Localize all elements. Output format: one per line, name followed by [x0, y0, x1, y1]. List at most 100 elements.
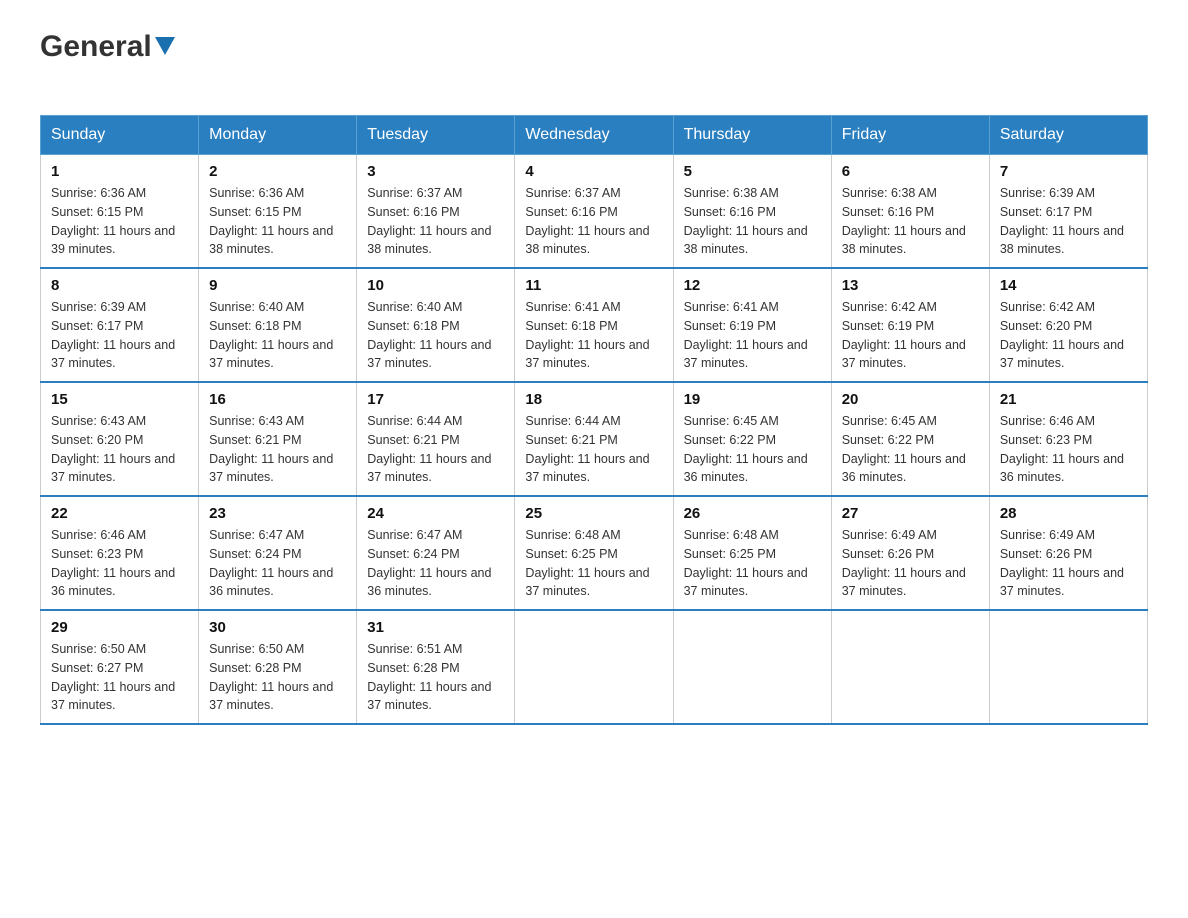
day-info: Sunrise: 6:44 AM Sunset: 6:21 PM Dayligh… — [525, 412, 662, 487]
sunrise-label: Sunrise: 6:47 AM — [209, 528, 304, 542]
day-cell: 26 Sunrise: 6:48 AM Sunset: 6:25 PM Dayl… — [673, 496, 831, 610]
day-info: Sunrise: 6:47 AM Sunset: 6:24 PM Dayligh… — [209, 526, 346, 601]
sunrise-label: Sunrise: 6:47 AM — [367, 528, 462, 542]
day-cell: 14 Sunrise: 6:42 AM Sunset: 6:20 PM Dayl… — [989, 268, 1147, 382]
daylight-label: Daylight: 11 hours and 37 minutes. — [367, 338, 491, 371]
day-cell: 28 Sunrise: 6:49 AM Sunset: 6:26 PM Dayl… — [989, 496, 1147, 610]
sunrise-label: Sunrise: 6:38 AM — [842, 186, 937, 200]
day-cell — [515, 610, 673, 724]
day-cell — [673, 610, 831, 724]
day-cell: 13 Sunrise: 6:42 AM Sunset: 6:19 PM Dayl… — [831, 268, 989, 382]
day-number: 24 — [367, 505, 504, 522]
sunset-label: Sunset: 6:28 PM — [209, 661, 301, 675]
day-number: 10 — [367, 277, 504, 294]
sunset-label: Sunset: 6:20 PM — [1000, 319, 1092, 333]
sunset-label: Sunset: 6:21 PM — [367, 433, 459, 447]
day-info: Sunrise: 6:38 AM Sunset: 6:16 PM Dayligh… — [842, 184, 979, 259]
day-cell: 20 Sunrise: 6:45 AM Sunset: 6:22 PM Dayl… — [831, 382, 989, 496]
day-number: 12 — [684, 277, 821, 294]
day-cell — [989, 610, 1147, 724]
header-tuesday: Tuesday — [357, 116, 515, 155]
sunrise-label: Sunrise: 6:42 AM — [842, 300, 937, 314]
day-cell: 19 Sunrise: 6:45 AM Sunset: 6:22 PM Dayl… — [673, 382, 831, 496]
day-info: Sunrise: 6:43 AM Sunset: 6:21 PM Dayligh… — [209, 412, 346, 487]
day-info: Sunrise: 6:48 AM Sunset: 6:25 PM Dayligh… — [684, 526, 821, 601]
sunset-label: Sunset: 6:17 PM — [1000, 205, 1092, 219]
logo: General — [40, 30, 175, 95]
sunrise-label: Sunrise: 6:39 AM — [51, 300, 146, 314]
sunset-label: Sunset: 6:26 PM — [1000, 547, 1092, 561]
daylight-label: Daylight: 11 hours and 37 minutes. — [209, 452, 333, 485]
day-number: 17 — [367, 391, 504, 408]
sunset-label: Sunset: 6:22 PM — [842, 433, 934, 447]
day-cell: 23 Sunrise: 6:47 AM Sunset: 6:24 PM Dayl… — [199, 496, 357, 610]
day-info: Sunrise: 6:48 AM Sunset: 6:25 PM Dayligh… — [525, 526, 662, 601]
header-wednesday: Wednesday — [515, 116, 673, 155]
sunrise-label: Sunrise: 6:49 AM — [842, 528, 937, 542]
daylight-label: Daylight: 11 hours and 36 minutes. — [1000, 452, 1124, 485]
day-info: Sunrise: 6:49 AM Sunset: 6:26 PM Dayligh… — [842, 526, 979, 601]
sunset-label: Sunset: 6:16 PM — [367, 205, 459, 219]
sunset-label: Sunset: 6:16 PM — [525, 205, 617, 219]
sunset-label: Sunset: 6:21 PM — [209, 433, 301, 447]
day-number: 26 — [684, 505, 821, 522]
sunset-label: Sunset: 6:28 PM — [367, 661, 459, 675]
day-info: Sunrise: 6:36 AM Sunset: 6:15 PM Dayligh… — [51, 184, 188, 259]
daylight-label: Daylight: 11 hours and 36 minutes. — [209, 566, 333, 599]
sunset-label: Sunset: 6:16 PM — [842, 205, 934, 219]
day-cell: 30 Sunrise: 6:50 AM Sunset: 6:28 PM Dayl… — [199, 610, 357, 724]
week-row-4: 22 Sunrise: 6:46 AM Sunset: 6:23 PM Dayl… — [41, 496, 1148, 610]
calendar-header-row: SundayMondayTuesdayWednesdayThursdayFrid… — [41, 116, 1148, 155]
sunset-label: Sunset: 6:19 PM — [842, 319, 934, 333]
day-cell: 8 Sunrise: 6:39 AM Sunset: 6:17 PM Dayli… — [41, 268, 199, 382]
day-number: 7 — [1000, 163, 1137, 180]
sunset-label: Sunset: 6:24 PM — [209, 547, 301, 561]
day-info: Sunrise: 6:36 AM Sunset: 6:15 PM Dayligh… — [209, 184, 346, 259]
day-cell: 17 Sunrise: 6:44 AM Sunset: 6:21 PM Dayl… — [357, 382, 515, 496]
week-row-1: 1 Sunrise: 6:36 AM Sunset: 6:15 PM Dayli… — [41, 155, 1148, 269]
day-cell: 6 Sunrise: 6:38 AM Sunset: 6:16 PM Dayli… — [831, 155, 989, 269]
week-row-3: 15 Sunrise: 6:43 AM Sunset: 6:20 PM Dayl… — [41, 382, 1148, 496]
sunset-label: Sunset: 6:15 PM — [209, 205, 301, 219]
day-cell: 21 Sunrise: 6:46 AM Sunset: 6:23 PM Dayl… — [989, 382, 1147, 496]
day-number: 1 — [51, 163, 188, 180]
day-number: 9 — [209, 277, 346, 294]
sunrise-label: Sunrise: 6:40 AM — [367, 300, 462, 314]
day-info: Sunrise: 6:40 AM Sunset: 6:18 PM Dayligh… — [367, 298, 504, 373]
day-number: 5 — [684, 163, 821, 180]
logo-general-text: General — [40, 30, 152, 64]
sunrise-label: Sunrise: 6:49 AM — [1000, 528, 1095, 542]
sunset-label: Sunset: 6:17 PM — [51, 319, 143, 333]
sunrise-label: Sunrise: 6:48 AM — [525, 528, 620, 542]
sunset-label: Sunset: 6:24 PM — [367, 547, 459, 561]
page-header: General — [40, 30, 1148, 95]
daylight-label: Daylight: 11 hours and 37 minutes. — [51, 338, 175, 371]
day-info: Sunrise: 6:41 AM Sunset: 6:18 PM Dayligh… — [525, 298, 662, 373]
day-number: 23 — [209, 505, 346, 522]
sunrise-label: Sunrise: 6:45 AM — [684, 414, 779, 428]
day-info: Sunrise: 6:38 AM Sunset: 6:16 PM Dayligh… — [684, 184, 821, 259]
daylight-label: Daylight: 11 hours and 38 minutes. — [842, 224, 966, 257]
day-cell: 29 Sunrise: 6:50 AM Sunset: 6:27 PM Dayl… — [41, 610, 199, 724]
sunrise-label: Sunrise: 6:44 AM — [525, 414, 620, 428]
header-monday: Monday — [199, 116, 357, 155]
daylight-label: Daylight: 11 hours and 37 minutes. — [684, 566, 808, 599]
sunrise-label: Sunrise: 6:40 AM — [209, 300, 304, 314]
day-cell: 31 Sunrise: 6:51 AM Sunset: 6:28 PM Dayl… — [357, 610, 515, 724]
daylight-label: Daylight: 11 hours and 36 minutes. — [367, 566, 491, 599]
daylight-label: Daylight: 11 hours and 39 minutes. — [51, 224, 175, 257]
day-cell: 15 Sunrise: 6:43 AM Sunset: 6:20 PM Dayl… — [41, 382, 199, 496]
sunset-label: Sunset: 6:25 PM — [684, 547, 776, 561]
sunrise-label: Sunrise: 6:41 AM — [525, 300, 620, 314]
header-thursday: Thursday — [673, 116, 831, 155]
day-info: Sunrise: 6:39 AM Sunset: 6:17 PM Dayligh… — [51, 298, 188, 373]
day-cell: 1 Sunrise: 6:36 AM Sunset: 6:15 PM Dayli… — [41, 155, 199, 269]
day-cell: 12 Sunrise: 6:41 AM Sunset: 6:19 PM Dayl… — [673, 268, 831, 382]
sunrise-label: Sunrise: 6:44 AM — [367, 414, 462, 428]
day-info: Sunrise: 6:51 AM Sunset: 6:28 PM Dayligh… — [367, 640, 504, 715]
sunset-label: Sunset: 6:18 PM — [525, 319, 617, 333]
day-number: 15 — [51, 391, 188, 408]
day-number: 19 — [684, 391, 821, 408]
day-cell: 7 Sunrise: 6:39 AM Sunset: 6:17 PM Dayli… — [989, 155, 1147, 269]
day-info: Sunrise: 6:50 AM Sunset: 6:27 PM Dayligh… — [51, 640, 188, 715]
